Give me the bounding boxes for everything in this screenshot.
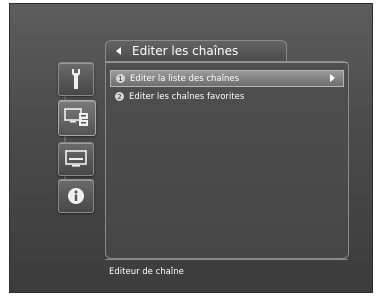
menu-item-label: Editer la liste des chaînes [130, 73, 240, 84]
menu-item-edit-favorite-channels[interactable]: 2 Editer les chaînes favorites [110, 89, 342, 104]
chevron-right-icon [330, 74, 335, 82]
sidebar-item-settings[interactable] [58, 62, 94, 96]
status-text: Editeur de chaîne [109, 267, 184, 277]
tv-channels-icon [64, 107, 90, 129]
tv-screen: Editer les chaînes 1 Editer la liste des… [9, 3, 373, 293]
menu-panel: 1 Editer la liste des chaînes 2 Editer l… [105, 61, 349, 259]
wrench-icon [69, 68, 83, 90]
sidebar-item-display[interactable] [58, 142, 94, 176]
item-number-badge: 2 [115, 92, 124, 101]
page-title: Editer les chaînes [132, 44, 239, 58]
arrow-left-icon[interactable] [116, 47, 121, 55]
sidebar-item-info[interactable] [58, 179, 94, 213]
monitor-icon [65, 150, 87, 168]
menu-item-label: Editer les chaînes favorites [129, 91, 245, 102]
status-divider [105, 259, 348, 260]
menu-item-edit-channel-list[interactable]: 1 Editer la liste des chaînes [110, 70, 344, 87]
page-title-tab: Editer les chaînes [105, 40, 287, 63]
panel-divider [106, 62, 348, 63]
info-icon [67, 187, 85, 205]
sidebar-item-channels[interactable] [58, 100, 96, 136]
item-number-badge: 1 [116, 74, 125, 83]
